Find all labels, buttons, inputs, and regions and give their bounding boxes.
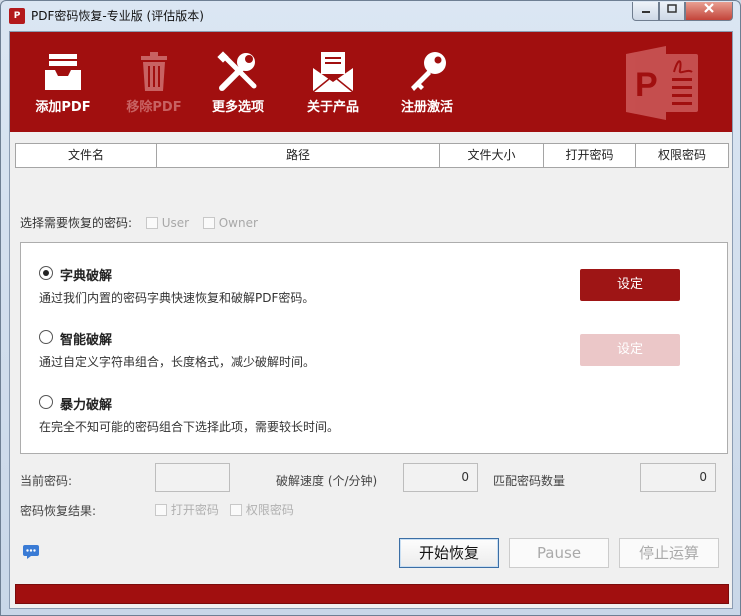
speed-field: 0 [403,463,478,492]
method-description: 通过我们内置的密码字典快速恢复和破解PDF密码。 [39,291,315,305]
remove-pdf-button[interactable]: 移除PDF [118,32,190,132]
owner-checkbox[interactable] [202,217,215,229]
close-button[interactable] [685,2,733,21]
app-icon: P [9,8,25,24]
about-product-button[interactable]: 关于产品 [300,32,366,132]
envelope-icon [312,52,354,93]
smart-radio[interactable] [39,330,53,344]
stop-button[interactable]: 停止运算 [619,538,719,568]
title-bar[interactable]: P PDF密码恢复-专业版 (评估版本) [1,1,740,31]
match-count-field: 0 [640,463,716,492]
method-title: 暴力破解 [60,398,113,413]
progress-bar [15,584,729,604]
method-description: 通过自定义字符串组合，长度格式，减少破解时间。 [39,355,316,369]
toolbar-label: 关于产品 [306,100,359,115]
column-header-open-password[interactable]: 打开密码 [544,144,636,167]
result-permission-checkbox[interactable] [230,504,242,516]
result-label: 密码恢复结果: [20,504,97,518]
tray-add-icon [45,54,81,90]
speed-label: 破解速度 (个/分钟) [276,474,378,488]
owner-option[interactable]: Owner [202,216,258,230]
add-pdf-button[interactable]: 添加PDF [30,32,96,132]
result-open-password[interactable]: 打开密码 [155,501,219,518]
minimize-icon [641,11,650,13]
minimize-button[interactable] [632,2,659,21]
method-title: 智能破解 [60,333,113,348]
toolbar-label: 更多选项 [211,100,264,115]
column-header-permission-password[interactable]: 权限密码 [636,144,728,167]
user-option[interactable]: User [145,216,190,230]
method-title: 字典破解 [60,269,113,284]
dictionary-settings-button[interactable]: 设定 [580,269,680,301]
progress-fill [16,585,728,603]
register-activate-button[interactable]: 注册激活 [394,32,460,132]
toolbar-label: 注册激活 [400,100,453,115]
toolbar: 添加PDF 移除PDF 更多选项 关于产品 注册激活 P [10,32,732,132]
column-header-size[interactable]: 文件大小 [440,144,544,167]
result-open-label: 打开密码 [170,503,219,517]
result-permission-password[interactable]: 权限密码 [230,501,294,518]
current-password-label: 当前密码: [20,474,73,488]
owner-option-label: Owner [218,216,258,230]
pause-button[interactable]: Pause [509,538,609,568]
password-type-label: 选择需要恢复的密码: [20,216,133,230]
window-title: PDF密码恢复-专业版 (评估版本) [31,9,204,23]
chat-icon[interactable] [22,544,40,560]
method-description: 在完全不知可能的密码组合下选择此项，需要较长时间。 [39,420,340,434]
trash-icon [141,52,167,91]
start-recovery-button[interactable]: 开始恢复 [399,538,499,568]
current-password-field [155,463,230,492]
main-content: 添加PDF 移除PDF 更多选项 关于产品 注册激活 P 文件名 路径 文件大小… [9,31,733,609]
attack-method-panel: 字典破解 通过我们内置的密码字典快速恢复和破解PDF密码。 设定 智能破解 通过… [20,242,728,454]
column-header-path[interactable]: 路径 [157,144,440,167]
pdf-logo: P [626,46,698,120]
file-table-header: 文件名 路径 文件大小 打开密码 权限密码 [15,143,729,168]
user-checkbox[interactable] [145,217,158,229]
result-permission-label: 权限密码 [245,503,294,517]
maximize-button[interactable] [659,2,685,21]
password-type-select: 选择需要恢复的密码: User Owner [20,214,258,231]
user-option-label: User [161,216,190,230]
svg-text:P: P [635,66,658,104]
toolbar-label: 移除PDF [126,100,182,115]
brute-force-radio[interactable] [39,395,53,409]
maximize-icon [667,4,677,13]
match-count-label: 匹配密码数量 [493,474,566,488]
more-options-button[interactable]: 更多选项 [206,32,270,132]
result-open-checkbox[interactable] [155,504,167,516]
tools-icon [217,51,257,91]
smart-settings-button[interactable]: 设定 [580,334,680,366]
app-window: P PDF密码恢复-专业版 (评估版本) 添加PDF 移除PDF 更多选项 关于… [0,0,741,616]
dictionary-radio[interactable] [39,266,53,280]
close-icon [704,3,714,13]
column-header-filename[interactable]: 文件名 [16,144,157,167]
toolbar-label: 添加PDF [35,100,91,115]
key-icon [411,52,446,91]
